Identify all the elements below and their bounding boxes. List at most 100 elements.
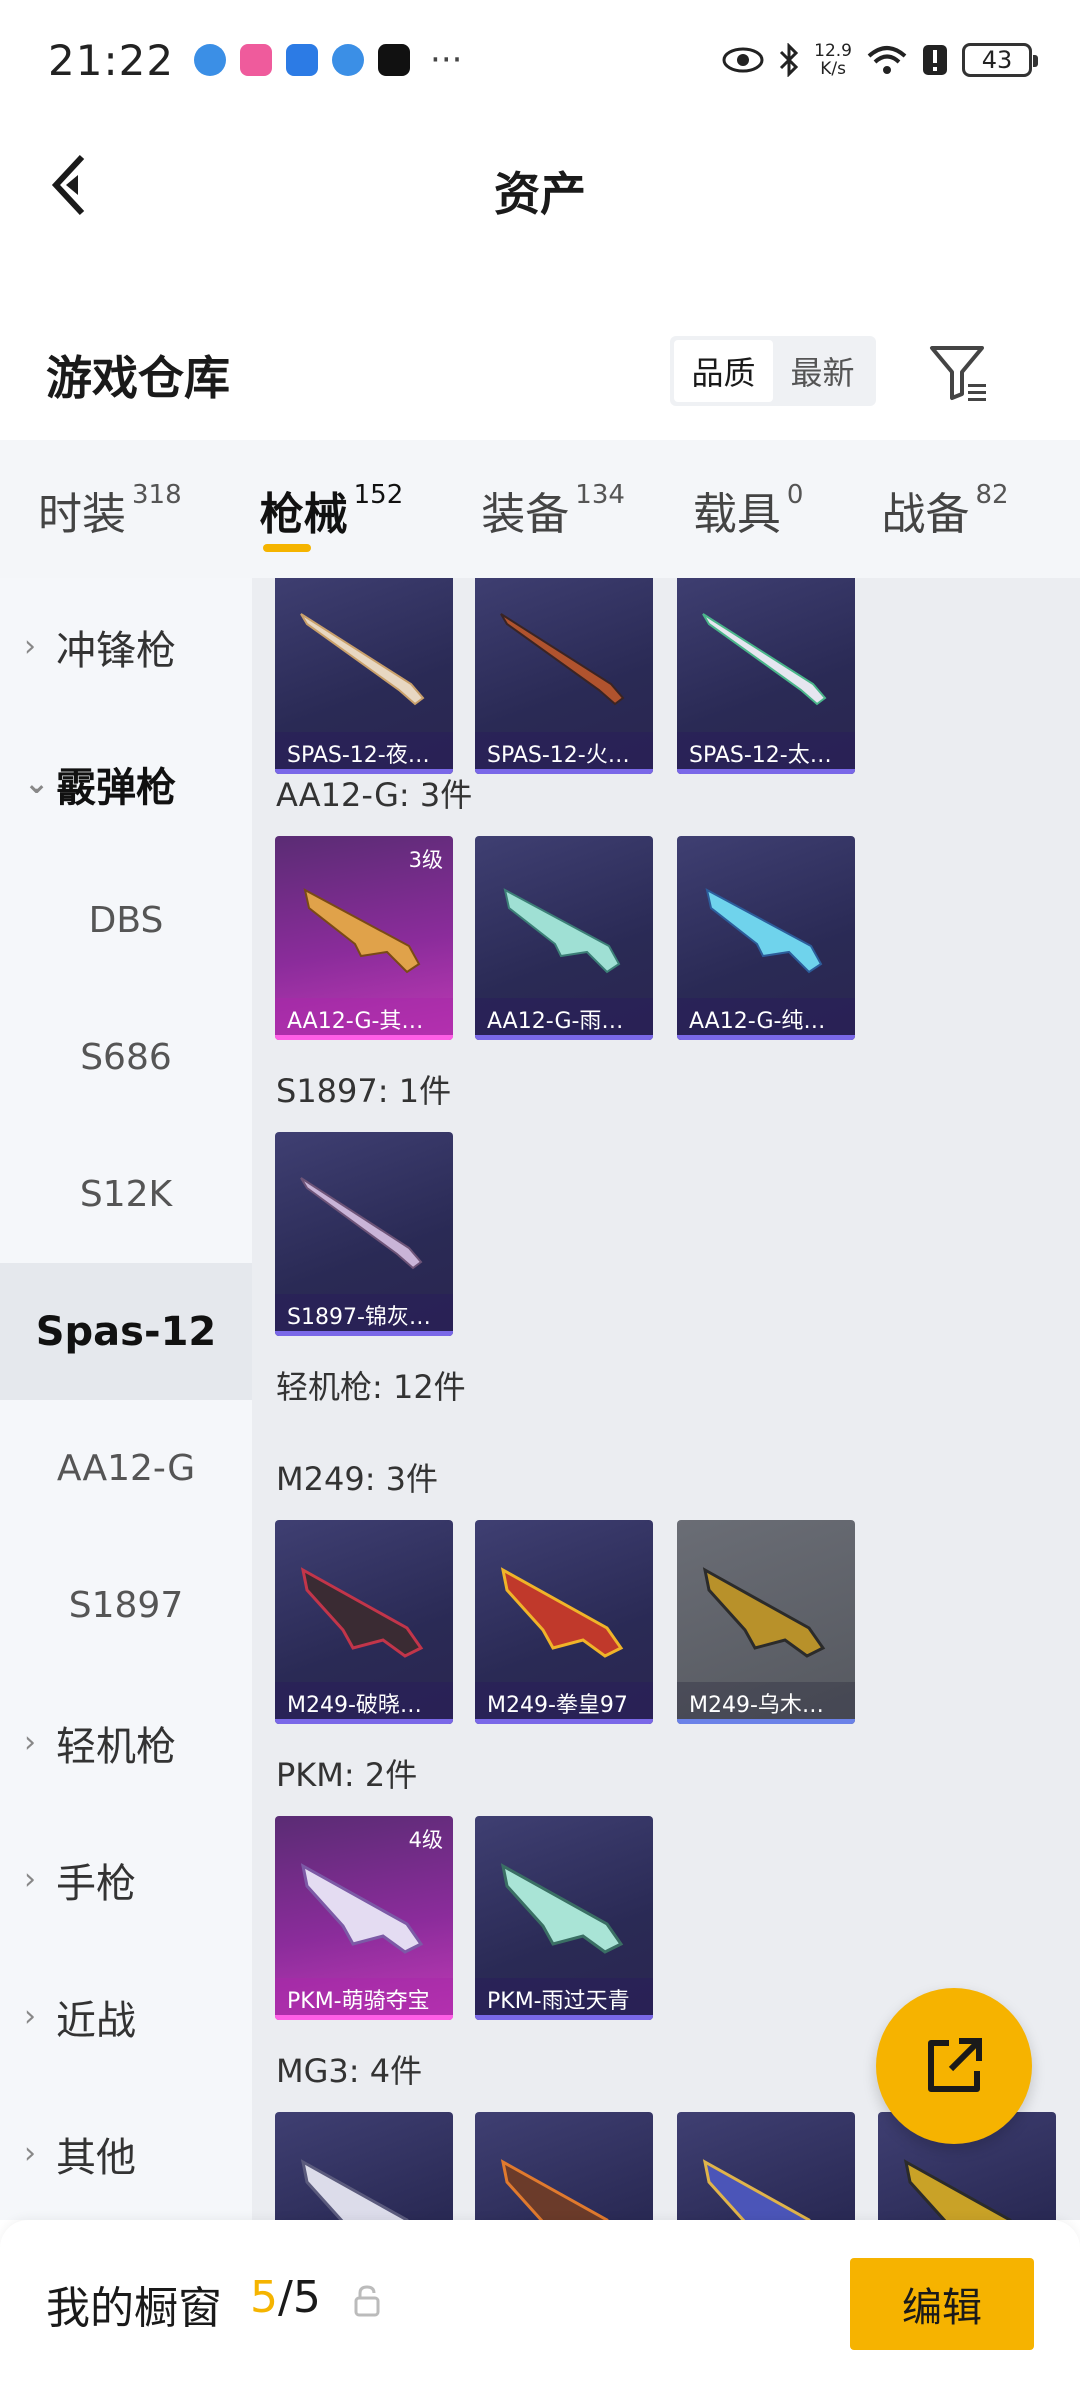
bluetooth-app-icon xyxy=(286,44,319,76)
weapon-card[interactable]: AA12-G-雨… xyxy=(475,836,653,1040)
machine-gun-icon xyxy=(300,1863,424,1954)
machine-gun-icon xyxy=(702,1567,826,1658)
chevron-right-icon: › xyxy=(24,1999,36,2034)
weapon-card[interactable] xyxy=(275,2112,453,2220)
machine-gun-icon xyxy=(500,2159,609,2220)
page-title: 资产 xyxy=(494,167,586,221)
chevron-down-icon: ⌄ xyxy=(24,766,50,801)
sidebar-group-melee[interactable]: › 近战 xyxy=(0,1948,252,2085)
group-label-mg3: MG3: 4件 xyxy=(276,2052,423,2090)
card-title: AA12-G-纯… xyxy=(689,1009,826,1034)
app-notification-icon xyxy=(332,44,365,76)
wifi-icon xyxy=(867,46,907,74)
rifle-icon xyxy=(503,888,621,974)
sidebar-item-spas12[interactable]: Spas-12 xyxy=(0,1263,252,1400)
app-notification-icon xyxy=(240,44,273,76)
card-title: AA12-G-其… xyxy=(287,1009,424,1034)
card-title: M249-破晓… xyxy=(287,1693,422,1718)
weapon-card[interactable]: SPAS-12-火… xyxy=(475,578,653,774)
weapon-card[interactable]: SPAS-12-夜… xyxy=(275,578,453,774)
tab-firearms[interactable]: 枪械 152 xyxy=(260,440,403,578)
tab-vehicles[interactable]: 载具 0 xyxy=(693,440,804,578)
lock-icon xyxy=(354,2285,380,2317)
shotgun-icon xyxy=(300,613,425,706)
sidebar-group-lmg[interactable]: › 轻机枪 xyxy=(0,1674,252,1811)
sidebar-group-smg[interactable]: › 冲锋枪 xyxy=(0,578,252,715)
showcase-count: 5/5 xyxy=(250,2272,321,2323)
warehouse-header: 游戏仓库 品质 最新 xyxy=(0,320,1080,430)
shotgun-icon xyxy=(500,613,625,706)
section-title: 游戏仓库 xyxy=(46,351,230,405)
sidebar-item-s1897[interactable]: S1897 xyxy=(0,1537,252,1674)
rifle-icon xyxy=(705,888,823,974)
chevron-right-icon: › xyxy=(24,1862,36,1897)
group-label-pkm: PKM: 2件 xyxy=(276,1756,418,1794)
shotgun-icon xyxy=(702,613,827,706)
weapon-card[interactable]: M249-乌木… xyxy=(677,1520,855,1724)
machine-gun-icon xyxy=(300,2159,409,2220)
chevron-right-icon: › xyxy=(24,2136,36,2171)
edit-button[interactable]: 编辑 xyxy=(850,2258,1034,2350)
card-title: PKM-萌骑夺宝 xyxy=(287,1989,430,2014)
chevron-right-icon: › xyxy=(24,1725,36,1760)
tab-outfits[interactable]: 时装 318 xyxy=(38,440,182,578)
weapon-card[interactable] xyxy=(475,2112,653,2220)
sidebar-group-other[interactable]: › 其他 xyxy=(0,2085,252,2220)
showcase-label: 我的橱窗 xyxy=(46,2283,222,2334)
filter-button[interactable] xyxy=(926,340,992,406)
clock: 21:22 xyxy=(48,35,175,85)
card-title: M249-拳皇97 xyxy=(487,1693,628,1718)
tab-supplies[interactable]: 战备 82 xyxy=(881,440,1008,578)
group-label-aa12g: AA12-G: 3件 xyxy=(276,776,473,814)
filter-icon xyxy=(930,346,986,401)
weapon-card[interactable]: 4级 PKM-萌骑夺宝 xyxy=(275,1816,453,2020)
weapon-card[interactable] xyxy=(677,2112,855,2220)
machine-gun-icon xyxy=(702,2159,811,2220)
network-speed: 12.9 K/s xyxy=(814,41,852,79)
category-tabs: 时装 318 枪械 152 装备 134 载具 0 战备 82 xyxy=(0,440,1080,578)
sidebar-item-aa12g[interactable]: AA12-G xyxy=(0,1400,252,1537)
card-title: S1897-锦灰… xyxy=(287,1305,431,1330)
sort-option-newest[interactable]: 最新 xyxy=(773,340,872,402)
eye-icon xyxy=(722,47,764,73)
page-header: 资产 xyxy=(0,120,1080,250)
weapon-grid: SPAS-12-夜… SPAS-12-火… SPAS-12-太… AA12-G:… xyxy=(252,578,1080,2220)
sidebar-group-shotgun[interactable]: ⌄ 霰弹枪 xyxy=(0,715,252,852)
status-bar: 21:22 ··· 12.9 K/s 43 xyxy=(0,0,1080,120)
weapon-card[interactable]: SPAS-12-太… xyxy=(677,578,855,774)
notification-icons: ··· xyxy=(194,40,463,80)
battery-indicator: 43 xyxy=(962,43,1038,77)
group-label-lmg: 轻机枪: 12件 xyxy=(276,1368,466,1406)
weapon-card[interactable]: PKM-雨过天青 xyxy=(475,1816,653,2020)
sidebar-item-s12k[interactable]: S12K xyxy=(0,1126,252,1263)
group-label-s1897: S1897: 1件 xyxy=(276,1072,452,1110)
card-title: AA12-G-雨… xyxy=(487,1009,624,1034)
weapon-card[interactable]: S1897-锦灰… xyxy=(275,1132,453,1336)
machine-gun-icon xyxy=(500,1567,624,1658)
weapon-card[interactable]: M249-破晓… xyxy=(275,1520,453,1724)
card-title: SPAS-12-火… xyxy=(487,743,630,768)
weapon-card[interactable]: M249-拳皇97 xyxy=(475,1520,653,1724)
sidebar-item-s686[interactable]: S686 xyxy=(0,989,252,1126)
card-title: M249-乌木… xyxy=(689,1693,824,1718)
card-title: PKM-雨过天青 xyxy=(487,1989,630,2014)
share-button[interactable] xyxy=(876,1988,1032,2144)
tiktok-icon xyxy=(378,44,411,76)
shotgun-icon xyxy=(300,1177,423,1270)
sidebar-group-pistol[interactable]: › 手枪 xyxy=(0,1811,252,1948)
weapon-card[interactable]: AA12-G-纯… xyxy=(677,836,855,1040)
external-link-icon xyxy=(928,2038,982,2092)
sort-option-quality[interactable]: 品质 xyxy=(674,340,773,402)
weapon-type-sidebar: › 冲锋枪 ⌄ 霰弹枪 DBS S686 S12K Spas-12 AA12-G S… xyxy=(0,578,252,2220)
chevron-right-icon: › xyxy=(24,629,36,664)
alert-icon xyxy=(923,45,947,75)
machine-gun-icon xyxy=(500,1863,624,1954)
sidebar-item-dbs[interactable]: DBS xyxy=(0,852,252,989)
more-notifications-icon: ··· xyxy=(430,40,463,80)
tab-equipment[interactable]: 装备 134 xyxy=(481,440,625,578)
weapon-card[interactable]: 3级 AA12-G-其… xyxy=(275,836,453,1040)
machine-gun-icon xyxy=(903,2159,1012,2220)
active-tab-indicator xyxy=(263,544,312,552)
card-title: SPAS-12-太… xyxy=(689,743,832,768)
sort-toggle: 品质 最新 xyxy=(670,336,876,406)
